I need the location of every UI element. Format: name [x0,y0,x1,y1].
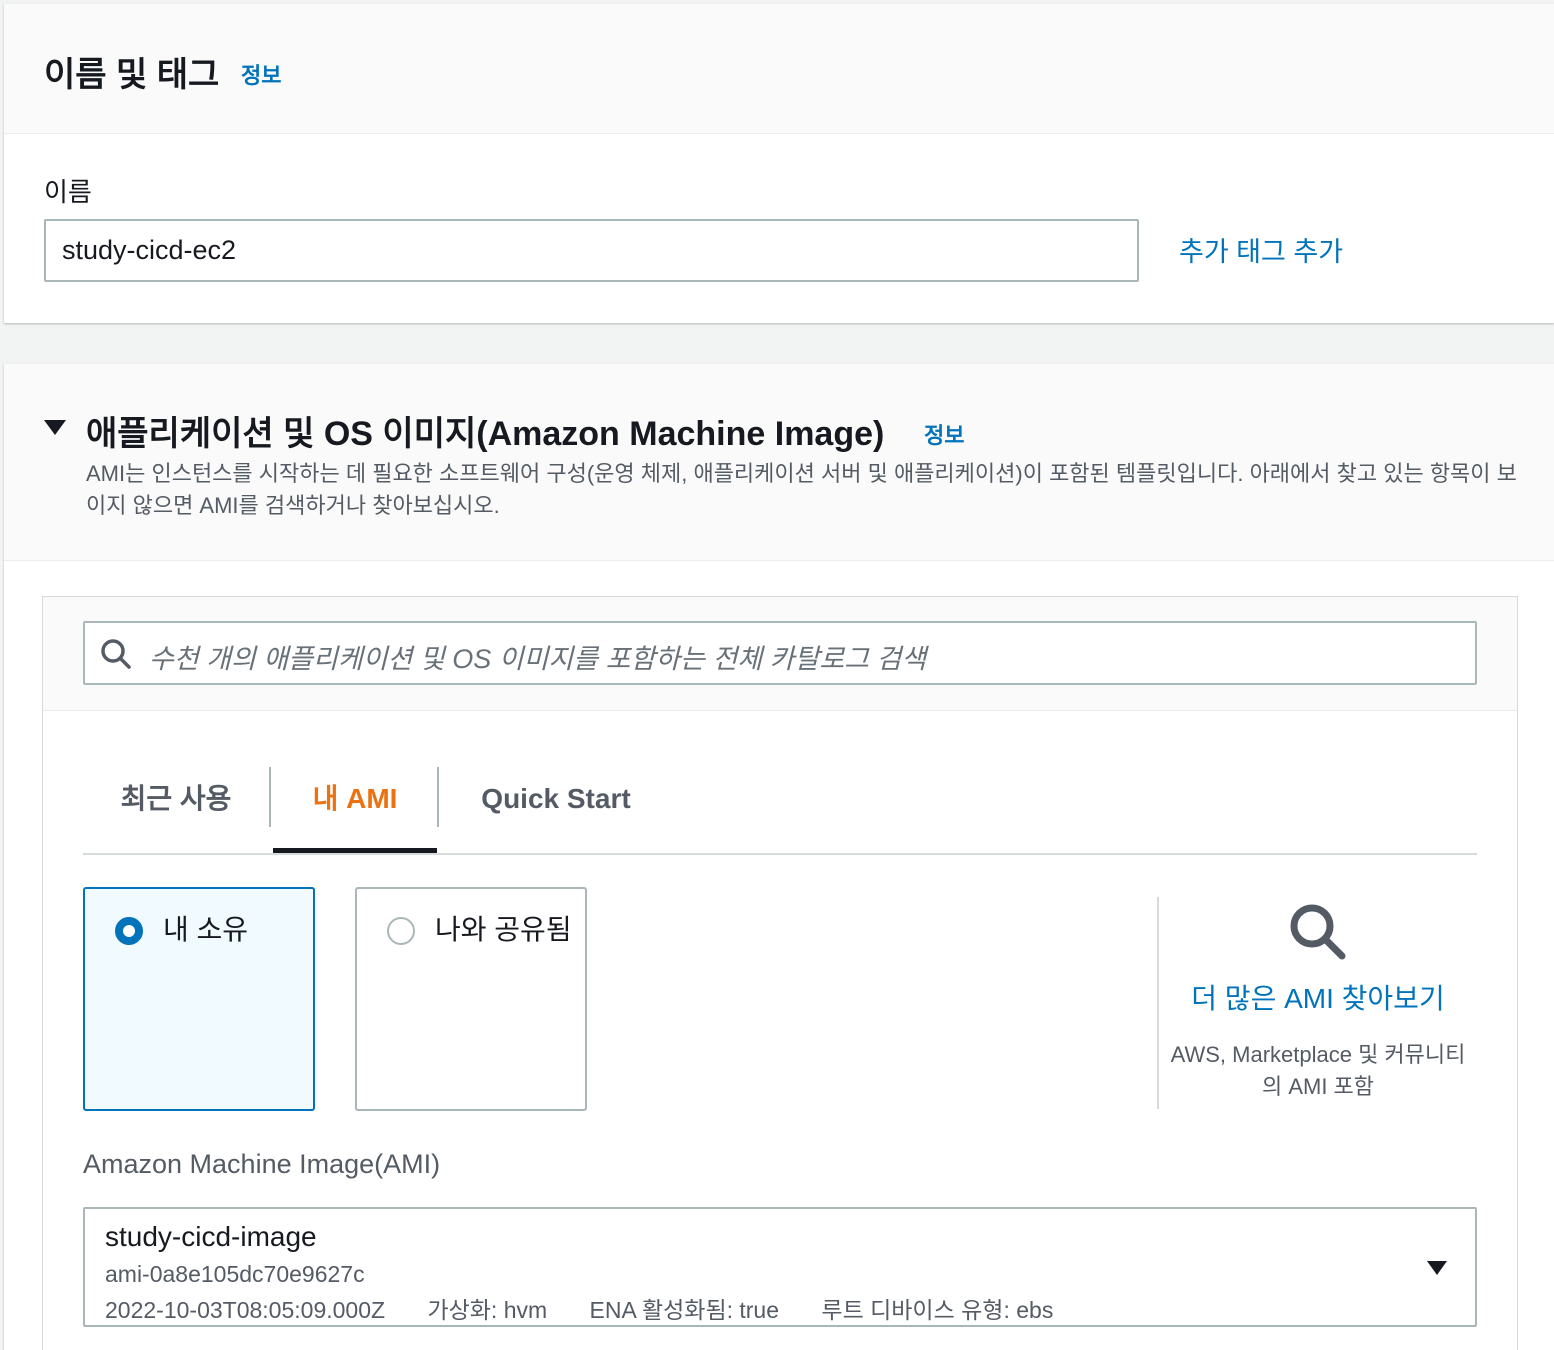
browse-divider [1157,897,1159,1109]
radio-shared-label: 나와 공유됨 [435,914,572,945]
name-tags-info-link[interactable]: 정보 [241,58,281,90]
browse-more-ami-link[interactable]: 더 많은 AMI 찾아보기 [1163,977,1473,1017]
tab-recent[interactable]: 최근 사용 [83,769,269,829]
collapse-caret-icon[interactable] [44,420,66,435]
browse-more-ami: 더 많은 AMI 찾아보기 AWS, Marketplace 및 커뮤니티의 A… [1163,897,1473,1103]
ami-panel: 애플리케이션 및 OS 이미지(Amazon Machine Image) 정보… [4,364,1554,1350]
ami-name: study-cicd-image [105,1221,317,1252]
ami-header: 애플리케이션 및 OS 이미지(Amazon Machine Image) 정보… [4,364,1554,561]
name-label: 이름 [44,177,92,207]
tab-separator [437,767,439,827]
dropdown-caret-icon [1427,1261,1447,1275]
radio-dot-unselected [387,917,415,945]
radio-owned-label: 내 소유 [163,914,249,945]
ami-ena: ENA 활성화됨: true [589,1297,780,1323]
ami-select-label: Amazon Machine Image(AMI) [83,1149,441,1179]
name-input[interactable]: study-cicd-ec2 [44,219,1139,282]
search-area: 수천 개의 애플리케이션 및 OS 이미지를 포함하는 전체 카탈로그 검색 [43,597,1517,711]
name-tags-header: 이름 및 태그 정보 [4,4,1554,134]
ami-selector-container: 수천 개의 애플리케이션 및 OS 이미지를 포함하는 전체 카탈로그 검색 최… [42,596,1518,1350]
ami-info-link[interactable]: 정보 [924,418,964,450]
search-icon [99,637,133,676]
ami-tabs: 최근 사용 내 AMI Quick Start [83,747,1477,857]
ami-description: AMI는 인스턴스를 시작하는 데 필요한 소프트웨어 구성(운영 체제, 애플… [86,461,1517,518]
tabs-divider [83,853,1477,855]
browse-more-ami-subtext: AWS, Marketplace 및 커뮤니티의 AMI 포함 [1170,1042,1466,1099]
ami-metadata: 2022-10-03T08:05:09.000Z 가상화: hvm ENA 활성… [105,1291,1089,1325]
radio-owned-by-me[interactable]: 내 소유 [83,887,315,1111]
magnifier-icon [1163,901,1473,963]
tab-separator [269,767,271,827]
search-placeholder: 수천 개의 애플리케이션 및 OS 이미지를 포함하는 전체 카탈로그 검색 [149,644,927,674]
ami-virtualization: 가상화: hvm [427,1297,548,1323]
ami-section-title: 애플리케이션 및 OS 이미지(Amazon Machine Image) [86,415,885,453]
ami-id: ami-0a8e105dc70e9627c [105,1261,365,1287]
radio-dot-selected [115,917,143,945]
tab-quick-start[interactable]: Quick Start [453,769,659,829]
ami-select-dropdown[interactable]: study-cicd-image ami-0a8e105dc70e9627c 2… [83,1207,1477,1327]
add-tag-link[interactable]: 추가 태그 추가 [1179,230,1343,269]
ami-created: 2022-10-03T08:05:09.000Z [105,1297,386,1323]
name-tags-title: 이름 및 태그 [44,56,220,94]
ami-root-device: 루트 디바이스 유형: ebs [821,1297,1054,1323]
radio-shared-with-me[interactable]: 나와 공유됨 [355,887,587,1111]
tab-my-ami[interactable]: 내 AMI [273,769,437,829]
name-tags-panel: 이름 및 태그 정보 이름 study-cicd-ec2 추가 태그 추가 [4,4,1554,323]
catalog-search-input[interactable]: 수천 개의 애플리케이션 및 OS 이미지를 포함하는 전체 카탈로그 검색 [83,621,1477,685]
